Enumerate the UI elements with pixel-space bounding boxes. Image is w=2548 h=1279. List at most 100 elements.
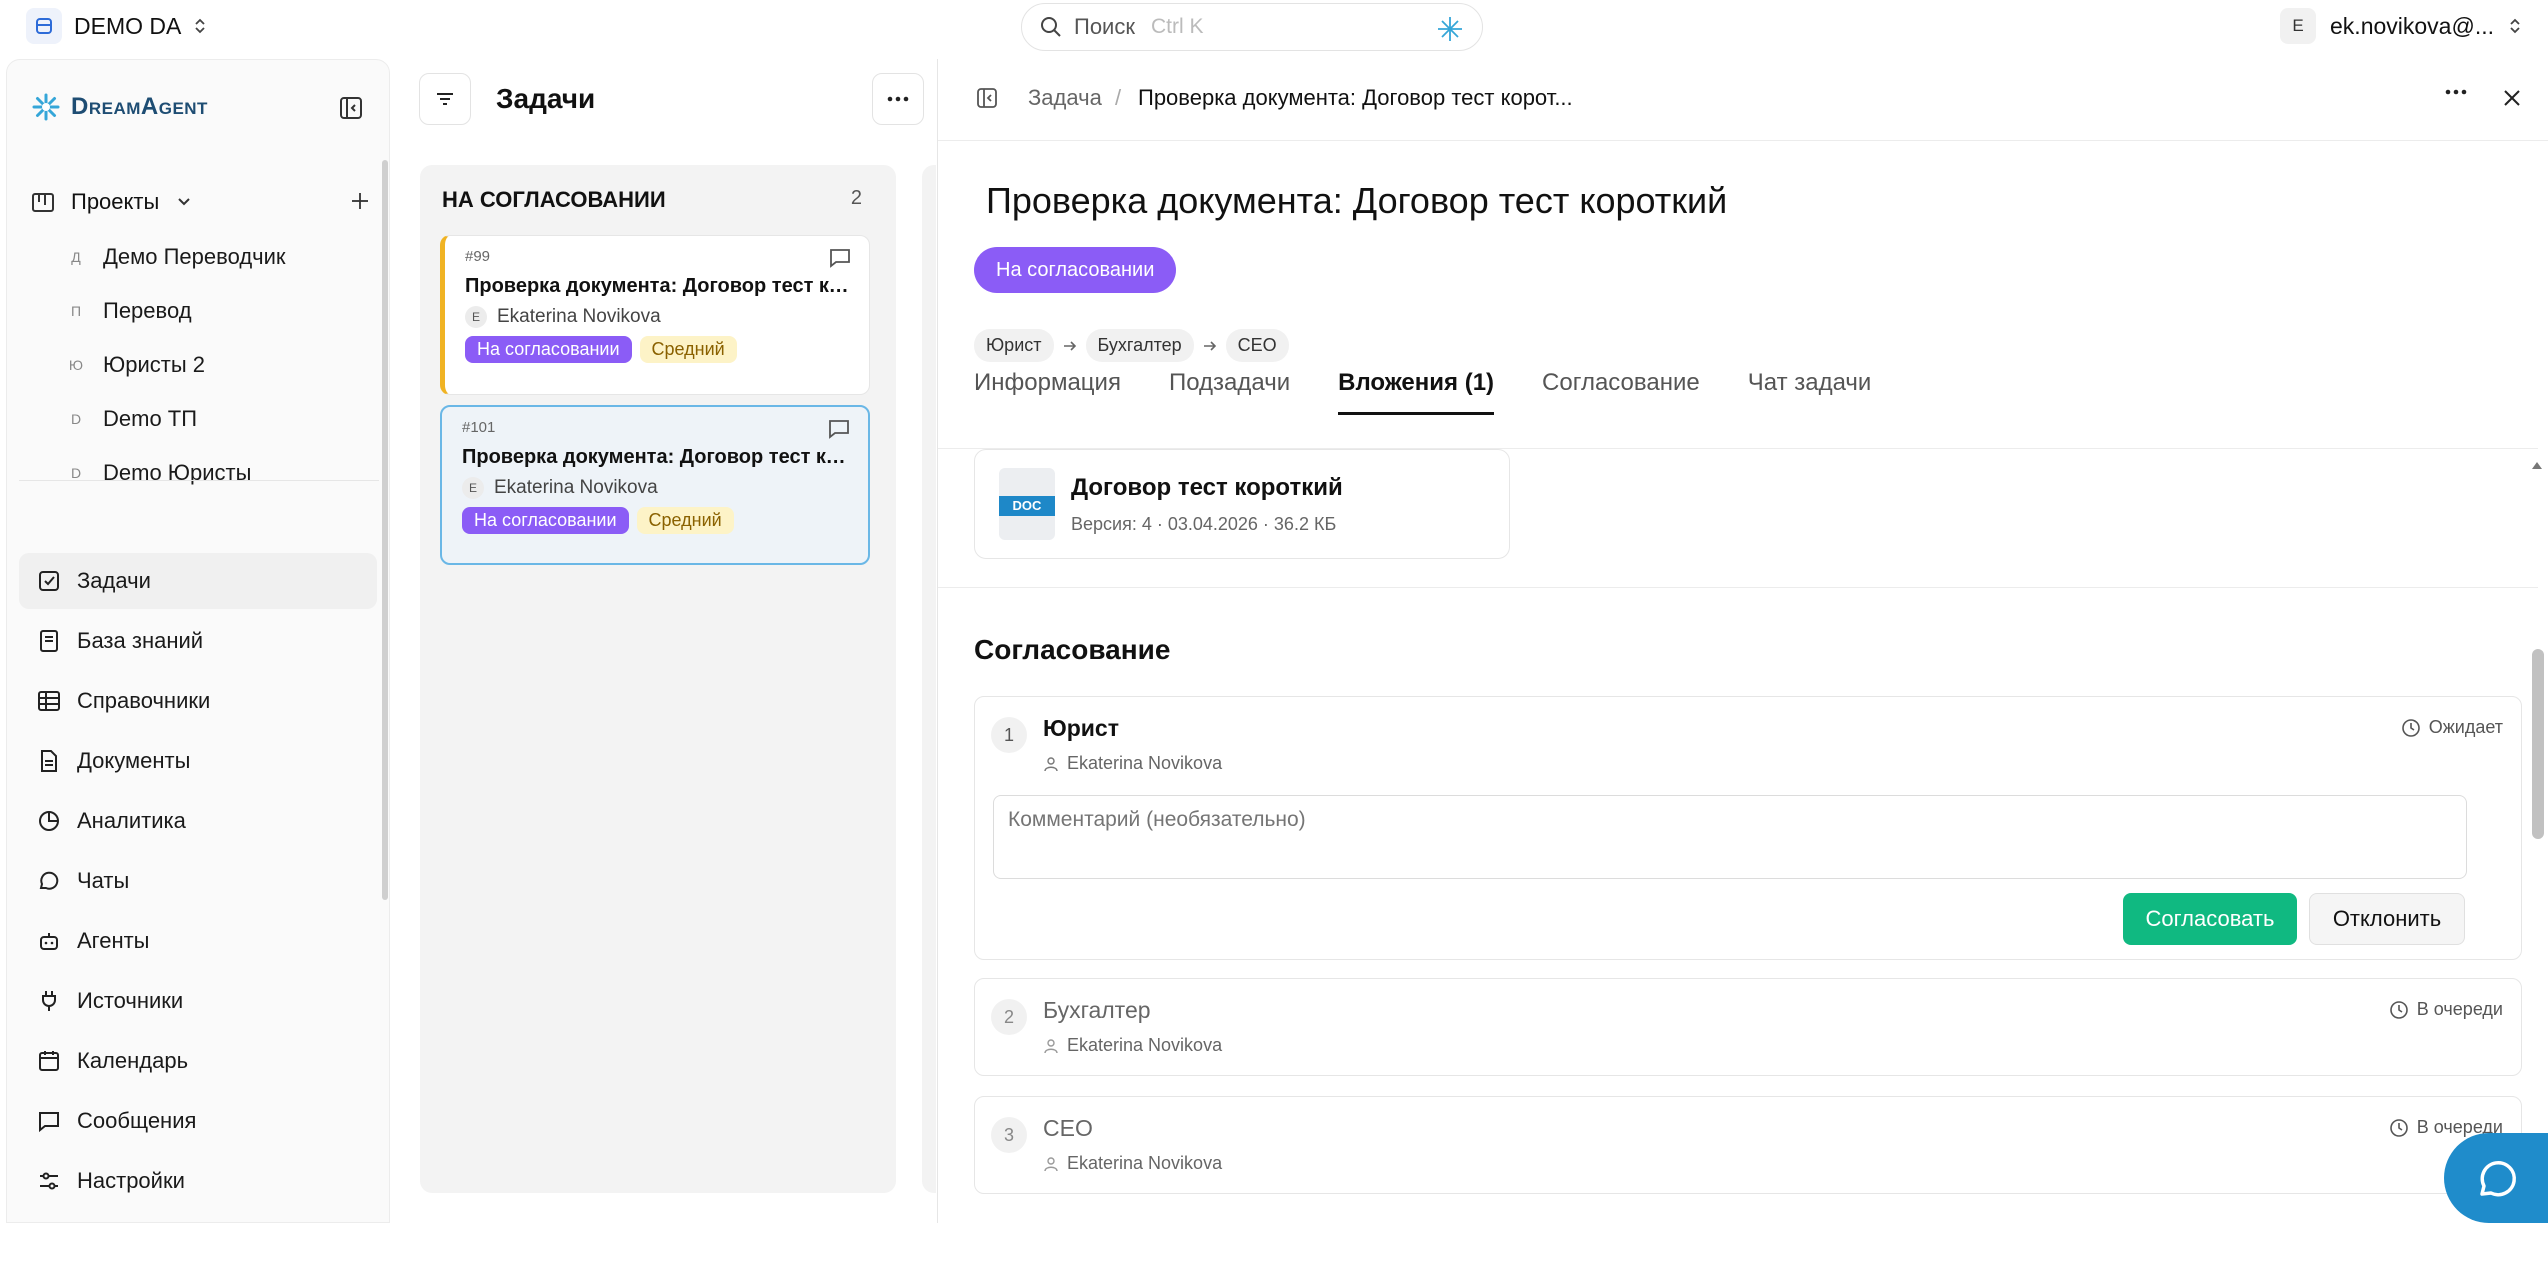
- task-number: #101: [462, 419, 496, 436]
- assignee-avatar: E: [465, 306, 487, 328]
- task-card[interactable]: #99 Проверка документа: Договор тест ко.…: [440, 235, 870, 395]
- sidebar-item-tasks[interactable]: Задачи: [19, 553, 377, 609]
- support-chat-button[interactable]: [2444, 1133, 2548, 1223]
- tab-info[interactable]: Информация: [974, 369, 1121, 415]
- approve-button[interactable]: Согласовать: [2123, 893, 2297, 945]
- sidebar-item-documents[interactable]: Документы: [19, 733, 377, 789]
- pie-chart-icon: [39, 811, 59, 831]
- step-person-name: Ekaterina Novikova: [1067, 753, 1223, 773]
- task-detail-panel: Задача / Проверка документа: Договор тес…: [937, 59, 2548, 1223]
- priority-badge: Средний: [639, 336, 737, 363]
- project-item[interactable]: D Demo Юристы: [67, 453, 252, 493]
- sidebar-item-references[interactable]: Справочники: [19, 673, 377, 729]
- add-project-icon[interactable]: [349, 190, 371, 212]
- assignee-name: Ekaterina Novikova: [497, 306, 661, 327]
- sidebar-item-label: Настройки: [77, 1168, 185, 1193]
- sidebar-item-label: Документы: [77, 748, 191, 773]
- tasks-more-button[interactable]: [872, 73, 924, 125]
- step-status-text: Ожидает: [2428, 717, 2503, 737]
- search-icon: [1041, 17, 1061, 37]
- chevron-updown-icon: [2510, 18, 2520, 34]
- task-card-selected[interactable]: #101 Проверка документа: Договор тест ко…: [440, 405, 870, 565]
- tab-task-chat[interactable]: Чат задачи: [1748, 369, 1872, 415]
- avatar: E: [2280, 8, 2317, 44]
- breadcrumb: Задача / Проверка документа: Договор тес…: [938, 59, 2548, 141]
- breadcrumb-parent[interactable]: Задача: [1028, 85, 1102, 111]
- priority-badge: Средний: [636, 507, 734, 534]
- logo-icon: [32, 93, 60, 121]
- document-icon: [41, 750, 57, 772]
- workspace-switcher[interactable]: DEMO DA: [26, 8, 207, 44]
- project-letter: D: [70, 465, 82, 481]
- comment-field[interactable]: [993, 795, 2467, 879]
- step-person: Ekaterina Novikova: [1043, 753, 1222, 774]
- close-icon[interactable]: [2501, 87, 2523, 109]
- search-bar[interactable]: Поиск Ctrl K: [1021, 3, 1483, 51]
- attachment-meta: Версия: 4 · 03.04.2026 · 36.2 КБ: [1071, 514, 1337, 534]
- sidebar-item-label: Календарь: [77, 1048, 189, 1073]
- project-name: Demo Юристы: [103, 460, 252, 485]
- project-name: Demo ТП: [103, 406, 198, 431]
- logo-text: DreamAgent: [71, 93, 208, 120]
- scroll-up-icon[interactable]: [2530, 459, 2544, 471]
- task-title: Проверка документа: Договор тест ко...: [462, 446, 854, 468]
- search-placeholder: Поиск: [1074, 14, 1135, 39]
- sparkle-icon[interactable]: [1436, 15, 1464, 43]
- sidebar-scrollbar[interactable]: [382, 160, 388, 900]
- chain-step: Бухгалтер: [1085, 329, 1194, 362]
- scrollbar-thumb[interactable]: [2532, 649, 2544, 839]
- calendar-icon: [39, 1051, 59, 1071]
- clock-icon: [2389, 1000, 2408, 1019]
- projects-header[interactable]: Проекты: [31, 182, 371, 222]
- file-type-badge: DOC: [999, 496, 1055, 516]
- sidebar-item-knowledge[interactable]: База знаний: [19, 613, 377, 669]
- approval-step-active: 1 Юрист Ekaterina Novikova Ожидает Согла…: [974, 696, 2522, 960]
- project-item[interactable]: Ю Юристы 2: [67, 345, 205, 385]
- more-horizontal-icon[interactable]: [2445, 89, 2467, 95]
- approval-chain: Юрист Бухгалтер CEO: [974, 329, 1289, 362]
- sidebar-item-messages[interactable]: Сообщения: [19, 1093, 377, 1149]
- filter-button[interactable]: [419, 73, 471, 125]
- bot-icon: [40, 933, 58, 950]
- attachment-card[interactable]: DOC Договор тест короткий Версия: 4 · 03…: [974, 449, 1510, 559]
- workspace-icon: [26, 8, 62, 44]
- step-person: Ekaterina Novikova: [1043, 1153, 1222, 1174]
- sidebar-item-label: Справочники: [77, 688, 211, 713]
- project-letter: П: [70, 303, 82, 319]
- sidebar-item-analytics[interactable]: Аналитика: [19, 793, 377, 849]
- search-shortcut: Ctrl K: [1150, 15, 1204, 38]
- project-item[interactable]: П Перевод: [67, 291, 192, 331]
- project-item[interactable]: Д Демо Переводчик: [67, 237, 285, 277]
- panel-toggle-icon[interactable]: [976, 87, 998, 109]
- collapse-sidebar-icon[interactable]: [339, 96, 363, 120]
- project-item[interactable]: D Demo ТП: [67, 399, 197, 439]
- sidebar-item-settings[interactable]: Настройки: [19, 1153, 377, 1209]
- sidebar-item-label: Агенты: [77, 928, 150, 953]
- logo[interactable]: DreamAgent: [31, 92, 208, 122]
- sidebar-item-sources[interactable]: Источники: [19, 973, 377, 1029]
- user-icon: [1044, 1038, 1058, 1053]
- step-role: CEO: [1043, 1115, 1093, 1141]
- step-person-name: Ekaterina Novikova: [1067, 1153, 1223, 1173]
- sidebar-item-agents[interactable]: Агенты: [19, 913, 377, 969]
- chain-step: CEO: [1225, 329, 1289, 362]
- next-column-edge: [922, 165, 936, 1193]
- status-badge[interactable]: На согласовании: [974, 247, 1177, 293]
- filter-icon: [437, 93, 453, 105]
- user-menu[interactable]: E ek.novikova@...: [2280, 6, 2522, 46]
- project-name: Юристы 2: [103, 352, 205, 377]
- step-role: Бухгалтер: [1043, 997, 1151, 1023]
- approval-step: 2 Бухгалтер Ekaterina Novikova В очереди: [974, 978, 2522, 1076]
- tab-attachments[interactable]: Вложения (1): [1338, 369, 1494, 415]
- tab-subtasks[interactable]: Подзадачи: [1169, 369, 1290, 415]
- task-title: Проверка документа: Договор тест коротки…: [986, 180, 1728, 221]
- projects-icon: [32, 193, 54, 212]
- reject-button[interactable]: Отклонить: [2309, 893, 2465, 945]
- step-person: Ekaterina Novikova: [1043, 1035, 1222, 1056]
- sidebar-item-calendar[interactable]: Календарь: [19, 1033, 377, 1089]
- more-horizontal-icon: [887, 96, 909, 102]
- sidebar-item-chats[interactable]: Чаты: [19, 853, 377, 909]
- comment-icon: [830, 249, 850, 268]
- status-badge: На согласовании: [465, 336, 632, 363]
- tab-approval[interactable]: Согласование: [1542, 369, 1700, 415]
